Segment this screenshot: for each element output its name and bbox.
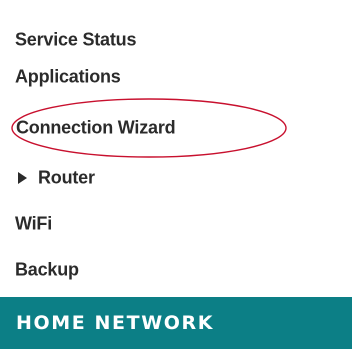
menu-item-label: Router bbox=[38, 167, 95, 188]
section-header-home-network[interactable]: HOME NETWORK bbox=[0, 297, 352, 349]
menu-item-router[interactable]: Router bbox=[0, 156, 352, 200]
menu-item-label: Connection Wizard bbox=[16, 117, 176, 138]
menu-item-backup[interactable]: Backup bbox=[0, 248, 352, 292]
menu-item-label: WiFi bbox=[15, 213, 53, 234]
menu-item-label: Applications bbox=[15, 66, 121, 87]
menu-item-applications[interactable]: Applications bbox=[0, 55, 352, 99]
triangle-right-icon[interactable] bbox=[18, 172, 28, 184]
menu-item-wifi[interactable]: WiFi bbox=[0, 202, 352, 246]
menu-item-label: Backup bbox=[15, 259, 79, 280]
section-header-title: HOME NETWORK bbox=[16, 312, 215, 334]
menu-item-connection-wizard[interactable]: Connection Wizard bbox=[0, 106, 352, 150]
sidebar-menu: Service Status Applications Connection W… bbox=[0, 0, 352, 297]
menu-item-label: Service Status bbox=[15, 29, 137, 50]
